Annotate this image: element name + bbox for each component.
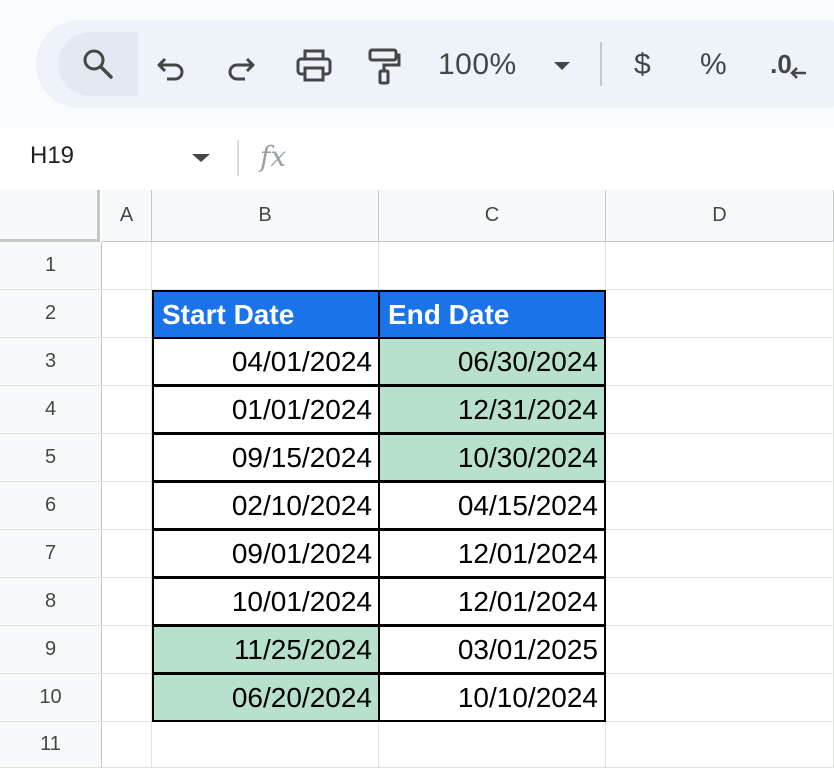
cell-c6-end-date[interactable]: 04/15/2024 bbox=[378, 481, 606, 530]
cell-b8-start-date[interactable]: 10/01/2024 bbox=[152, 577, 380, 626]
undo-icon bbox=[157, 57, 184, 81]
cell-a1[interactable] bbox=[102, 242, 152, 290]
toolbar-separator bbox=[600, 42, 602, 86]
cell-c5-end-date[interactable]: 10/30/2024 bbox=[378, 433, 606, 482]
row-header-2[interactable]: 2 bbox=[0, 290, 102, 338]
print-icon bbox=[296, 49, 332, 82]
cell-a5[interactable] bbox=[102, 434, 152, 482]
cell-c1[interactable] bbox=[379, 242, 606, 290]
percent-format-button[interactable]: % bbox=[700, 48, 727, 82]
cell-b7-start-date[interactable]: 09/01/2024 bbox=[152, 529, 380, 578]
zoom-value[interactable]: 100% bbox=[438, 48, 517, 82]
cell-d5[interactable] bbox=[606, 434, 834, 482]
toolbar: 100% $ % .0 bbox=[36, 20, 834, 108]
formula-separator bbox=[237, 140, 239, 176]
row-header-1[interactable]: 1 bbox=[0, 242, 102, 290]
currency-format-button[interactable]: $ bbox=[634, 48, 651, 82]
cell-d6[interactable] bbox=[606, 482, 834, 530]
cell-b1[interactable] bbox=[152, 242, 379, 290]
arrow-left-icon bbox=[790, 67, 806, 79]
row-header-11[interactable]: 11 bbox=[0, 722, 102, 768]
cell-b4-start-date[interactable]: 01/01/2024 bbox=[152, 385, 380, 434]
cell-c11[interactable] bbox=[379, 722, 606, 768]
cell-d2[interactable] bbox=[606, 290, 834, 338]
cell-d10[interactable] bbox=[606, 674, 834, 722]
cell-d8[interactable] bbox=[606, 578, 834, 626]
cell-b2-header[interactable]: Start Date bbox=[152, 290, 380, 339]
cell-a2[interactable] bbox=[102, 290, 152, 338]
cell-b3-start-date[interactable]: 04/01/2024 bbox=[152, 337, 380, 386]
chevron-down-icon bbox=[554, 62, 570, 70]
cell-a4[interactable] bbox=[102, 386, 152, 434]
cell-a3[interactable] bbox=[102, 338, 152, 386]
chevron-down-icon[interactable] bbox=[190, 152, 212, 164]
row-header-5[interactable]: 5 bbox=[0, 434, 102, 482]
cell-d3[interactable] bbox=[606, 338, 834, 386]
column-header-d[interactable]: D bbox=[606, 190, 834, 242]
search-icon bbox=[83, 49, 113, 79]
row-header-4[interactable]: 4 bbox=[0, 386, 102, 434]
paint-format-icon bbox=[368, 48, 401, 85]
cell-c4-end-date[interactable]: 12/31/2024 bbox=[378, 385, 606, 434]
cell-b11[interactable] bbox=[152, 722, 379, 768]
spreadsheet-grid: A B C D 1 2 3 4 5 6 7 8 9 10 11 Start Da… bbox=[0, 190, 834, 768]
cell-c3-end-date[interactable]: 06/30/2024 bbox=[378, 337, 606, 386]
cell-c2-header[interactable]: End Date bbox=[378, 290, 606, 339]
select-all-corner[interactable] bbox=[0, 190, 100, 242]
zoom-dropdown[interactable] bbox=[548, 48, 576, 84]
row-header-9[interactable]: 9 bbox=[0, 626, 102, 674]
cell-a9[interactable] bbox=[102, 626, 152, 674]
cell-b10-start-date[interactable]: 06/20/2024 bbox=[152, 673, 380, 722]
cell-c10-end-date[interactable]: 10/10/2024 bbox=[378, 673, 606, 722]
formula-bar: H19 fx bbox=[0, 128, 834, 188]
cell-c9-end-date[interactable]: 03/01/2025 bbox=[378, 625, 606, 674]
column-header-b[interactable]: B bbox=[152, 190, 379, 242]
column-header-a[interactable]: A bbox=[102, 190, 152, 242]
paint-format-button[interactable] bbox=[364, 48, 404, 85]
cell-a11[interactable] bbox=[102, 722, 152, 768]
undo-button[interactable] bbox=[154, 48, 190, 84]
cell-c8-end-date[interactable]: 12/01/2024 bbox=[378, 577, 606, 626]
name-box[interactable]: H19 bbox=[30, 142, 74, 170]
print-button[interactable] bbox=[294, 48, 334, 84]
redo-button[interactable] bbox=[222, 48, 258, 84]
cell-d9[interactable] bbox=[606, 626, 834, 674]
row-header-6[interactable]: 6 bbox=[0, 482, 102, 530]
cell-b6-start-date[interactable]: 02/10/2024 bbox=[152, 481, 380, 530]
search-button[interactable] bbox=[58, 32, 138, 96]
cell-a7[interactable] bbox=[102, 530, 152, 578]
cell-d7[interactable] bbox=[606, 530, 834, 578]
row-header-10[interactable]: 10 bbox=[0, 674, 102, 722]
row-header-3[interactable]: 3 bbox=[0, 338, 102, 386]
cell-a6[interactable] bbox=[102, 482, 152, 530]
decrease-decimal-button[interactable]: .0 bbox=[764, 46, 814, 82]
fx-icon: fx bbox=[260, 140, 287, 173]
cell-b5-start-date[interactable]: 09/15/2024 bbox=[152, 433, 380, 482]
cell-d4[interactable] bbox=[606, 386, 834, 434]
column-header-c[interactable]: C bbox=[379, 190, 606, 242]
cell-a10[interactable] bbox=[102, 674, 152, 722]
redo-icon bbox=[228, 57, 255, 81]
cell-b9-start-date[interactable]: 11/25/2024 bbox=[152, 625, 380, 674]
row-header-8[interactable]: 8 bbox=[0, 578, 102, 626]
cell-a8[interactable] bbox=[102, 578, 152, 626]
cell-d11[interactable] bbox=[606, 722, 834, 768]
row-header-7[interactable]: 7 bbox=[0, 530, 102, 578]
cell-c7-end-date[interactable]: 12/01/2024 bbox=[378, 529, 606, 578]
cell-d1[interactable] bbox=[606, 242, 834, 290]
